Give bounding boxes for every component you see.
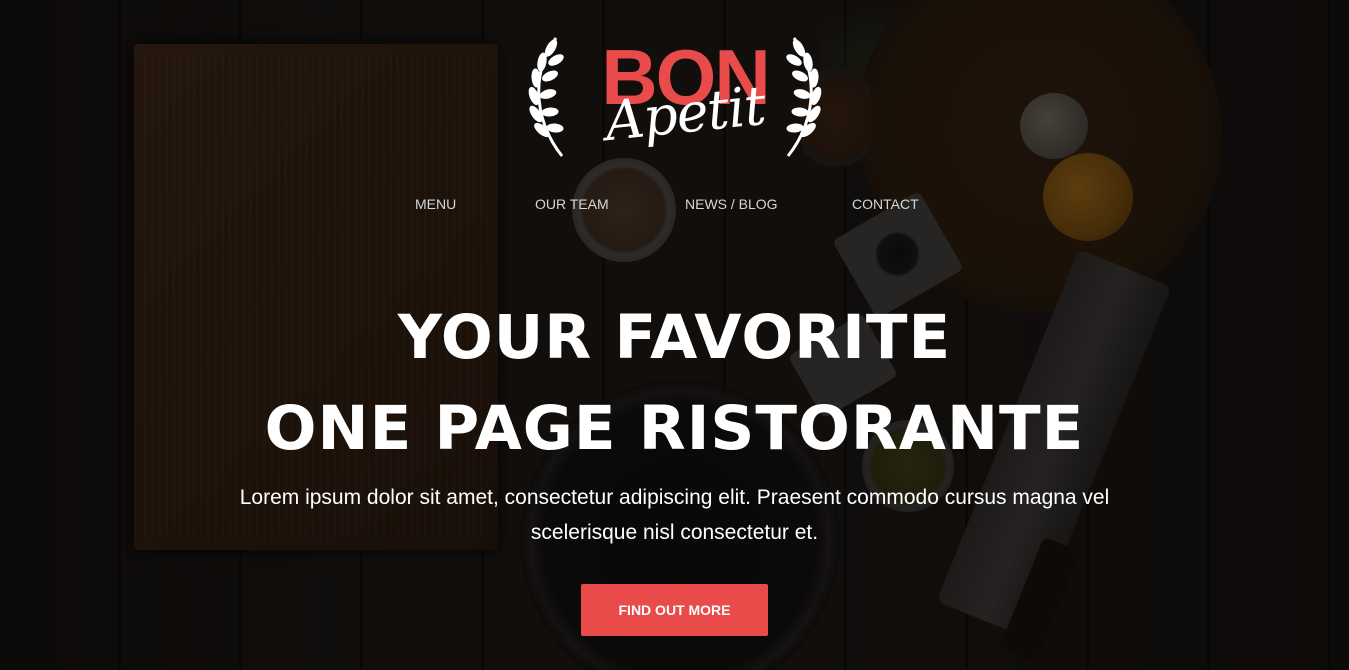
site-logo[interactable]: BON Apetit: [520, 26, 830, 166]
nav-item-contact[interactable]: CONTACT: [852, 194, 919, 214]
nav-item-our-team[interactable]: OUR TEAM: [535, 194, 609, 214]
hero-section: BON Apetit MENU OUR TEAM NEWS / BLOG CON…: [0, 0, 1349, 670]
find-out-more-button[interactable]: FIND OUT MORE: [581, 584, 768, 636]
hero-headline-line-2: ONE PAGE RISTORANTE: [264, 393, 1085, 464]
nav-item-news-blog[interactable]: NEWS / BLOG: [685, 194, 778, 214]
main-nav: MENU OUR TEAM NEWS / BLOG CONTACT: [0, 194, 1349, 214]
hero-headline: YOUR FAVORITE ONE PAGE RISTORANTE: [0, 292, 1349, 474]
hero-headline-line-1: YOUR FAVORITE: [397, 302, 952, 373]
nav-item-menu[interactable]: MENU: [415, 194, 456, 214]
hero-subtext: Lorem ipsum dolor sit amet, consectetur …: [239, 486, 1110, 544]
